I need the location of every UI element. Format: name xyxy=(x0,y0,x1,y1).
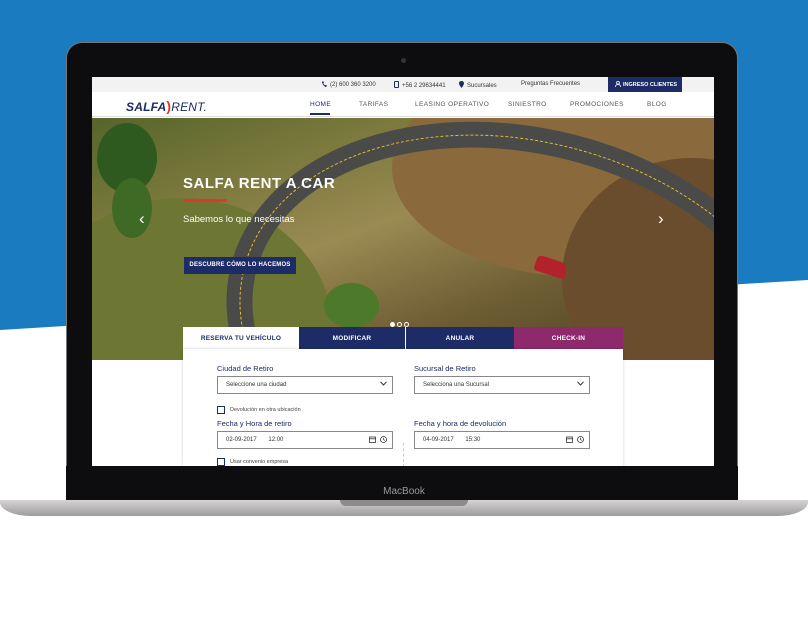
phone-icon xyxy=(322,81,327,87)
clock-icon[interactable] xyxy=(577,436,584,445)
return-label: Fecha y hora de devolución xyxy=(414,419,507,428)
city-label: Ciudad de Retiro xyxy=(217,364,274,373)
chevron-right-icon[interactable]: › xyxy=(658,210,670,228)
chevron-down-icon xyxy=(380,381,387,388)
device-label: MacBook xyxy=(383,486,425,497)
nav-blog[interactable]: BLOG xyxy=(647,101,667,108)
form-divider xyxy=(403,443,404,466)
return-datetime-field[interactable]: 04-09-2017 15:30 xyxy=(414,431,590,449)
return-date: 04-09-2017 xyxy=(423,437,454,443)
user-icon xyxy=(615,80,621,88)
calendar-icon[interactable] xyxy=(566,436,573,445)
nav-active-indicator xyxy=(310,113,330,115)
main-navbar: SALFA)RENT. HOME TARIFAS LEASING OPERATI… xyxy=(92,92,714,117)
phone2-text: +56 2 29634441 xyxy=(402,83,446,89)
hero-title: SALFA RENT A CAR xyxy=(183,175,336,192)
laptop-notch xyxy=(340,500,468,506)
nav-tarifas[interactable]: TARIFAS xyxy=(359,101,388,108)
salfa-rent-logo[interactable]: SALFA)RENT. xyxy=(126,98,207,114)
hero-cta-button[interactable]: DESCUBRE CÓMO LO HACEMOS xyxy=(184,257,296,274)
mobile-contact[interactable]: +56 2 29634441 xyxy=(394,81,446,89)
pickup-datetime-field[interactable]: 02-09-2017 12:00 xyxy=(217,431,393,449)
city-select[interactable]: Seleccione una ciudad xyxy=(217,376,393,394)
tab-anular[interactable]: ANULAR xyxy=(406,327,514,349)
hero-tree xyxy=(324,283,379,328)
nav-leasing[interactable]: LEASING OPERATIVO xyxy=(415,101,489,108)
tab-modificar[interactable]: MODIFICAR xyxy=(299,327,406,349)
location-pin-icon xyxy=(459,81,464,88)
client-login-button[interactable]: INGRESO CLIENTES xyxy=(608,77,682,92)
chevron-down-icon xyxy=(577,381,584,388)
return-other-checkbox[interactable] xyxy=(217,406,225,414)
tab-reserva[interactable]: RESERVA TU VEHÍCULO xyxy=(183,327,299,349)
branches-text: Sucursales xyxy=(467,83,497,89)
return-other-label: Devolución en otra ubicación xyxy=(230,407,301,413)
pickup-date: 02-09-2017 xyxy=(226,437,257,443)
top-utility-bar: (2) 600 360 3200 +56 2 29634441 Sucursal… xyxy=(92,77,714,92)
reservation-form: Ciudad de Retiro Seleccione una ciudad S… xyxy=(183,349,623,466)
hero-subtitle: Sabemos lo que necesitas xyxy=(183,214,295,225)
faq-link[interactable]: Preguntas Frecuentes xyxy=(521,81,580,87)
agreement-label: Usar convenio empresa xyxy=(230,459,289,465)
pickup-time: 12:00 xyxy=(268,437,284,443)
hero-slider: SALFA RENT A CAR Sabemos lo que necesita… xyxy=(92,118,714,360)
phone-contact[interactable]: (2) 600 360 3200 xyxy=(322,81,376,88)
nav-promociones[interactable]: PROMOCIONES xyxy=(570,101,624,108)
mobile-icon xyxy=(394,81,399,88)
phone1-text: (2) 600 360 3200 xyxy=(330,82,376,88)
calendar-icon[interactable] xyxy=(369,436,376,445)
client-login-label: INGRESO CLIENTES xyxy=(623,82,678,88)
agreement-checkbox[interactable] xyxy=(217,458,225,466)
branch-select[interactable]: Selecciona una Sucursal xyxy=(414,376,590,394)
hero-title-underline xyxy=(184,199,227,202)
hero-tree xyxy=(112,178,152,238)
chevron-left-icon[interactable]: ‹ xyxy=(139,210,151,228)
branch-label: Sucursal de Retiro xyxy=(414,364,476,373)
return-time: 15:30 xyxy=(465,437,481,443)
nav-home[interactable]: HOME xyxy=(310,101,331,108)
clock-icon[interactable] xyxy=(380,436,387,445)
pickup-label: Fecha y Hora de retiro xyxy=(217,419,292,428)
branch-select-value: Selecciona una Sucursal xyxy=(423,382,490,388)
booking-tabs: RESERVA TU VEHÍCULO MODIFICAR ANULAR CHE… xyxy=(183,327,623,349)
tab-checkin[interactable]: CHECK-IN xyxy=(514,327,623,349)
logo-part1: SALFA xyxy=(126,100,167,114)
branches-link[interactable]: Sucursales xyxy=(459,81,497,89)
nav-siniestro[interactable]: SINIESTRO xyxy=(508,101,547,108)
city-select-value: Seleccione una ciudad xyxy=(226,382,287,388)
logo-part2: RENT. xyxy=(171,100,208,114)
website-screen: (2) 600 360 3200 +56 2 29634441 Sucursal… xyxy=(92,77,714,466)
camera-icon xyxy=(401,58,406,63)
